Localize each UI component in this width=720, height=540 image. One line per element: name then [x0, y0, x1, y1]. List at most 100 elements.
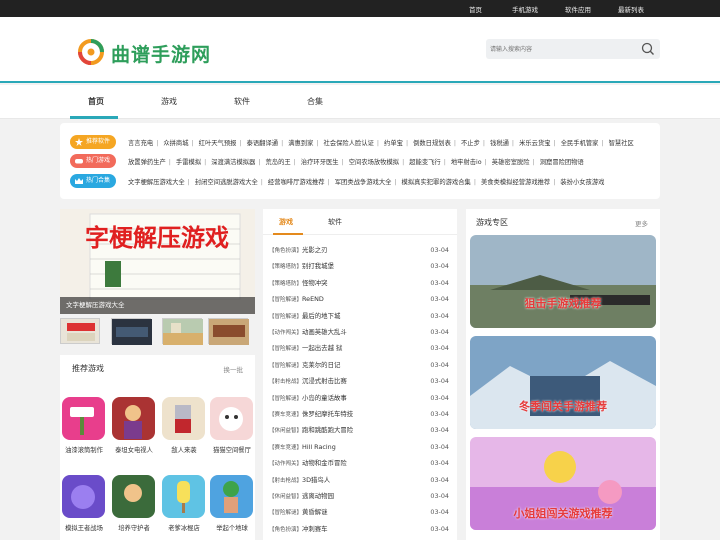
tag-link[interactable]: 超能变飞行: [409, 159, 440, 166]
slider-thumb[interactable]: [162, 318, 203, 345]
search-input[interactable]: [490, 42, 630, 56]
news-title[interactable]: 光影之刃: [302, 246, 328, 254]
tab-games[interactable]: 游戏: [279, 217, 293, 227]
news-title[interactable]: 侏罗纪摩托车特技: [302, 410, 353, 418]
news-title[interactable]: 跑和跳酷跑大冒险: [302, 426, 353, 434]
news-row[interactable]: 【冒险解谜】黄昏解谜 03-04: [269, 504, 453, 520]
news-title[interactable]: 3D猎鸟人: [302, 476, 330, 484]
tag-link[interactable]: 满惠到家: [288, 140, 313, 147]
zone-more-link[interactable]: 更多: [635, 218, 648, 228]
news-row[interactable]: 【策略塔防】怪物冲突 03-04: [269, 275, 453, 291]
tag-link[interactable]: 深渡满洁模拟器: [211, 159, 255, 166]
nav-software[interactable]: 软件: [234, 96, 250, 107]
tag-link[interactable]: 米乐云货宝: [519, 140, 550, 147]
badge-hot-games[interactable]: 热门游戏: [70, 154, 116, 168]
news-title[interactable]: 沉浸式射击比赛: [302, 377, 347, 385]
tag-link[interactable]: 文字梗解压游戏大全: [128, 179, 185, 186]
tab-software[interactable]: 软件: [328, 217, 342, 227]
tag-link[interactable]: 地牢射击io: [451, 159, 482, 166]
news-row[interactable]: 【冒险解谜】最后的地下城 03-04: [269, 308, 453, 324]
tag-link[interactable]: 英雄密室脱险: [492, 159, 530, 166]
tag-link[interactable]: 空间农场放牧模拟: [349, 159, 399, 166]
tag-link[interactable]: 荒岛的王: [265, 159, 290, 166]
tag-link[interactable]: 美食类模拟经营游戏推荐: [481, 179, 550, 186]
news-row[interactable]: 【动作闯关】动画英雄大乱斗 03-04: [269, 324, 453, 340]
app-item[interactable]: 泰坦女电视人: [111, 397, 157, 457]
site-logo[interactable]: 曲谱手游网: [78, 37, 218, 67]
app-item[interactable]: 老爹冰棍店: [161, 475, 207, 535]
slider-thumb[interactable]: [111, 318, 152, 345]
news-row[interactable]: 【角色扮演】冲刺赛车 03-04: [269, 521, 453, 537]
topnav-latest[interactable]: 最新列表: [618, 4, 644, 14]
zone-card[interactable]: 狙击手游戏推荐: [470, 235, 656, 328]
tag-link[interactable]: 放置弹药生产: [128, 159, 166, 166]
news-row[interactable]: 【角色扮演】光影之刃 03-04: [269, 242, 453, 258]
zone-card[interactable]: 小姐姐闯关游戏推荐: [470, 437, 656, 530]
slider-thumb[interactable]: [208, 318, 249, 345]
news-title[interactable]: Hill Racing: [302, 443, 336, 451]
news-row[interactable]: 【冒险解谜】一起出去越 狱 03-04: [269, 340, 453, 356]
topnav-home[interactable]: 首页: [469, 4, 482, 14]
news-title[interactable]: 动画英雄大乱斗: [302, 328, 347, 336]
nav-games[interactable]: 游戏: [161, 96, 177, 107]
tag-link[interactable]: 泰语翻译通: [247, 140, 278, 147]
nav-collections[interactable]: 合集: [307, 96, 323, 107]
topnav-apps[interactable]: 软件应用: [565, 4, 591, 14]
tag-link[interactable]: 倒数日规划表: [413, 140, 451, 147]
news-title[interactable]: ReEND: [302, 295, 324, 303]
tag-link[interactable]: 红叶天气预报: [199, 140, 237, 147]
tag-link[interactable]: 经营咖啡厅游戏推荐: [268, 179, 325, 186]
tag-link[interactable]: 众拼商城: [163, 140, 188, 147]
news-title[interactable]: 黄昏解谜: [302, 508, 328, 516]
app-item[interactable]: 猫猫空间餐厅: [209, 397, 255, 457]
news-title[interactable]: 怪物冲突: [302, 279, 328, 287]
tag-link[interactable]: 社会保险人脸认证: [324, 140, 374, 147]
app-item[interactable]: 培养守护者: [111, 475, 157, 535]
banner-slider[interactable]: 字梗解压游戏 文字梗解压游戏大全: [60, 209, 255, 314]
app-item[interactable]: 举起个地球: [209, 475, 255, 535]
refresh-button[interactable]: 换一批: [224, 364, 244, 374]
tag-link[interactable]: 不止步: [461, 140, 480, 147]
news-title[interactable]: 逃离动物园: [302, 492, 334, 500]
news-title[interactable]: 别打我城堡: [302, 262, 334, 270]
news-title[interactable]: 克莱尔的日记: [302, 361, 340, 369]
badge-hot-collections[interactable]: 热门合集: [70, 174, 116, 188]
tag-link[interactable]: 智慧社区: [609, 140, 634, 147]
nav-home[interactable]: 首页: [88, 96, 104, 107]
tag-link[interactable]: 封闭空间逃脱游戏大全: [195, 179, 258, 186]
news-row[interactable]: 【冒险解谜】克莱尔的日记 03-04: [269, 357, 453, 373]
news-row[interactable]: 【休闲益智】逃离动物园 03-04: [269, 488, 453, 504]
news-title[interactable]: 小岛的童话故事: [302, 394, 347, 402]
app-item[interactable]: 油漆滚筒制作: [61, 397, 107, 457]
news-row[interactable]: 【射击枪战】3D猎鸟人 03-04: [269, 472, 453, 488]
slider-thumb[interactable]: [60, 318, 100, 344]
news-row[interactable]: 【策略塔防】别打我城堡 03-04: [269, 258, 453, 274]
tag-link[interactable]: 装扮小女孩游戏: [560, 179, 604, 186]
news-row[interactable]: 【动作闯关】动物和金币冒险 03-04: [269, 455, 453, 471]
tag-link[interactable]: 模拟真实犯罪的游戏合集: [402, 179, 471, 186]
news-title[interactable]: 冲刺赛车: [302, 525, 328, 533]
tag-link[interactable]: 军团类战争游戏大全: [335, 179, 392, 186]
tag-link[interactable]: 钱税通: [490, 140, 509, 147]
tag-link[interactable]: 治疗环牙医生: [301, 159, 339, 166]
app-item[interactable]: 模拟王者战场: [61, 475, 107, 535]
tag-link[interactable]: 约单宝: [384, 140, 403, 147]
zone-card[interactable]: 冬季闯关手游推荐: [470, 336, 656, 429]
news-row[interactable]: 【冒险解谜】小岛的童话故事 03-04: [269, 390, 453, 406]
news-row[interactable]: 【赛车竞速】Hill Racing 03-04: [269, 439, 453, 455]
news-row[interactable]: 【休闲益智】跑和跳酷跑大冒险 03-04: [269, 422, 453, 438]
badge-recommend-software[interactable]: 推荐软件: [70, 135, 116, 149]
news-row[interactable]: 【冒险解谜】ReEND 03-04: [269, 291, 453, 307]
tag-link[interactable]: 洞窟冒险团物语: [540, 159, 584, 166]
news-title[interactable]: 最后的地下城: [302, 312, 340, 320]
news-row[interactable]: 【赛车竞速】侏罗纪摩托车特技 03-04: [269, 406, 453, 422]
topnav-mobile-games[interactable]: 手机游戏: [512, 4, 538, 14]
tag-link[interactable]: 言言充电: [128, 140, 153, 147]
tag-link[interactable]: 全民手机管家: [561, 140, 599, 147]
app-item[interactable]: 敌人来袭: [161, 397, 207, 457]
news-title[interactable]: 动物和金币冒险: [302, 459, 347, 467]
tag-link[interactable]: 手雷模拟: [176, 159, 201, 166]
news-title[interactable]: 一起出去越 狱: [302, 344, 342, 352]
news-row[interactable]: 【射击枪战】沉浸式射击比赛 03-04: [269, 373, 453, 389]
search-icon[interactable]: [641, 42, 655, 56]
